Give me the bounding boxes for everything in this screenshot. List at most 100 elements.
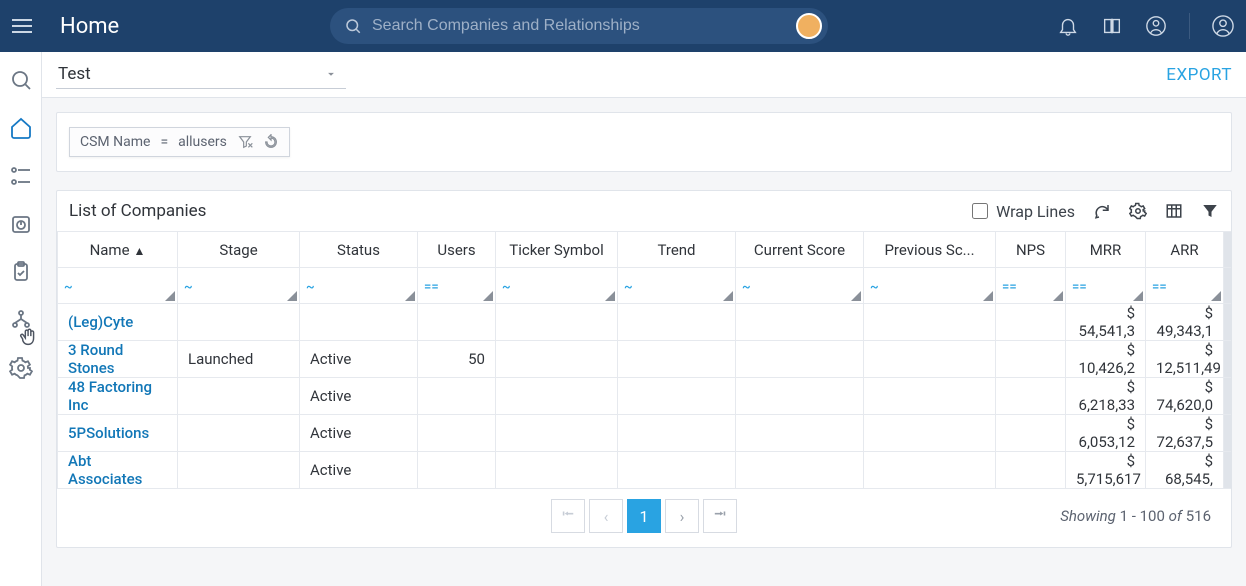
rail-settings-icon[interactable] bbox=[9, 356, 33, 380]
rail-search-icon[interactable] bbox=[9, 68, 33, 92]
page-last-button[interactable]: ⭲ bbox=[703, 499, 737, 533]
cell-ticker bbox=[496, 378, 618, 415]
filter-mrr[interactable]: == bbox=[1066, 268, 1146, 304]
filter-previous-score[interactable]: ~ bbox=[864, 268, 996, 304]
cell-current-score bbox=[736, 378, 864, 415]
cell-arr: $ 12,511,49 bbox=[1146, 341, 1224, 378]
profile-icon[interactable] bbox=[1145, 15, 1167, 37]
left-rail bbox=[0, 52, 42, 586]
col-nps[interactable]: NPS bbox=[996, 232, 1066, 268]
cell-stage bbox=[178, 452, 300, 489]
cell-nps bbox=[996, 304, 1066, 341]
cell-name[interactable]: (Leg)Cyte bbox=[58, 304, 178, 341]
cell-arr: $ 49,343,1 bbox=[1146, 304, 1224, 341]
cell-stage bbox=[178, 378, 300, 415]
filter-icon[interactable] bbox=[1201, 202, 1219, 220]
table-row: 48 Factoring IncActive$ 6,218,33$ 74,620… bbox=[58, 378, 1232, 415]
filter-trend[interactable]: ~ bbox=[618, 268, 736, 304]
filter-chip[interactable]: CSM Name = allusers bbox=[69, 127, 290, 157]
cell-name[interactable]: 5PSolutions bbox=[58, 415, 178, 452]
cell-nps bbox=[996, 452, 1066, 489]
filter-clear-icon[interactable] bbox=[237, 134, 253, 150]
filter-value: allusers bbox=[178, 134, 227, 150]
rail-clipboard-icon[interactable] bbox=[9, 260, 33, 284]
col-previous-score[interactable]: Previous Sc... bbox=[864, 232, 996, 268]
header-row: Name▲ Stage Status Users Ticker Symbol T… bbox=[58, 232, 1232, 268]
cell-name[interactable]: 48 Factoring Inc bbox=[58, 378, 178, 415]
cell-name[interactable]: 3 Round Stones bbox=[58, 341, 178, 378]
filter-reset-icon[interactable] bbox=[263, 134, 279, 150]
view-dropdown[interactable]: Test bbox=[56, 60, 346, 89]
search-avatar[interactable] bbox=[796, 13, 822, 39]
cell-trend bbox=[618, 304, 736, 341]
page-prev-button[interactable]: ‹ bbox=[589, 499, 623, 533]
cell-users: 50 bbox=[418, 341, 496, 378]
rail-home-icon[interactable] bbox=[9, 116, 33, 140]
cell-name[interactable]: Abt Associates bbox=[58, 452, 178, 489]
cell-trend bbox=[618, 341, 736, 378]
gear-icon[interactable] bbox=[1129, 202, 1147, 220]
refresh-icon[interactable] bbox=[1093, 202, 1111, 220]
export-button[interactable]: EXPORT bbox=[1166, 65, 1232, 85]
columns-icon[interactable] bbox=[1165, 202, 1183, 220]
cell-status: Active bbox=[300, 378, 418, 415]
cell-mrr: $ 54,541,3 bbox=[1066, 304, 1146, 341]
chevron-down-icon bbox=[324, 67, 338, 81]
page-next-button[interactable]: › bbox=[665, 499, 699, 533]
cell-ticker bbox=[496, 304, 618, 341]
wrap-lines-checkbox[interactable] bbox=[972, 203, 988, 219]
col-arr[interactable]: ARR bbox=[1146, 232, 1224, 268]
cell-mrr: $ 6,218,33 bbox=[1066, 378, 1146, 415]
search-input[interactable] bbox=[372, 17, 814, 35]
cell-mrr: $ 10,426,2 bbox=[1066, 341, 1146, 378]
col-current-score[interactable]: Current Score bbox=[736, 232, 864, 268]
col-ticker[interactable]: Ticker Symbol bbox=[496, 232, 618, 268]
user-avatar-icon[interactable] bbox=[1212, 15, 1234, 37]
filter-users[interactable]: == bbox=[418, 268, 496, 304]
page-first-button[interactable]: ⭰ bbox=[551, 499, 585, 533]
book-icon[interactable] bbox=[1101, 15, 1123, 37]
cell-previous-score bbox=[864, 341, 996, 378]
col-users[interactable]: Users bbox=[418, 232, 496, 268]
cell-nps bbox=[996, 415, 1066, 452]
col-name[interactable]: Name▲ bbox=[58, 232, 178, 268]
page-current[interactable]: 1 bbox=[627, 499, 661, 533]
col-stage[interactable]: Stage bbox=[178, 232, 300, 268]
filter-nps[interactable]: == bbox=[996, 268, 1066, 304]
list-panel: List of Companies Wrap Lines bbox=[56, 190, 1232, 548]
col-status[interactable]: Status bbox=[300, 232, 418, 268]
cell-status: Active bbox=[300, 415, 418, 452]
topbar: Home bbox=[0, 0, 1246, 52]
table-row: (Leg)Cyte $ 54,541,3$ 49,343,1 bbox=[58, 304, 1232, 341]
wrap-lines-toggle[interactable]: Wrap Lines bbox=[972, 202, 1075, 221]
col-trend[interactable]: Trend bbox=[618, 232, 736, 268]
cell-previous-score bbox=[864, 452, 996, 489]
table-row: Abt AssociatesActive$ 5,715,617$ 68,545, bbox=[58, 452, 1232, 489]
rail-alarm-icon[interactable] bbox=[9, 212, 33, 236]
filter-stage[interactable]: ~ bbox=[178, 268, 300, 304]
rail-timeline-icon[interactable] bbox=[9, 164, 33, 188]
cell-arr: $ 68,545, bbox=[1146, 452, 1224, 489]
filter-name[interactable]: ~ bbox=[58, 268, 178, 304]
view-name: Test bbox=[58, 64, 91, 84]
scroll-stub bbox=[1224, 232, 1232, 268]
cell-trend bbox=[618, 452, 736, 489]
filter-status[interactable]: ~ bbox=[300, 268, 418, 304]
cell-users bbox=[418, 452, 496, 489]
global-search[interactable] bbox=[330, 8, 828, 44]
cell-nps bbox=[996, 341, 1066, 378]
bell-icon[interactable] bbox=[1057, 15, 1079, 37]
hamburger-menu[interactable] bbox=[12, 14, 36, 38]
cell-ticker bbox=[496, 415, 618, 452]
filter-ticker[interactable]: ~ bbox=[496, 268, 618, 304]
filter-arr[interactable]: == bbox=[1146, 268, 1224, 304]
cell-status: Active bbox=[300, 341, 418, 378]
wrap-lines-label: Wrap Lines bbox=[996, 202, 1075, 221]
rail-org-icon[interactable] bbox=[9, 308, 33, 332]
top-icons bbox=[1057, 13, 1234, 39]
table: Name▲ Stage Status Users Ticker Symbol T… bbox=[57, 231, 1231, 489]
cell-status: Active bbox=[300, 452, 418, 489]
search-icon bbox=[344, 17, 362, 35]
col-mrr[interactable]: MRR bbox=[1066, 232, 1146, 268]
filter-current-score[interactable]: ~ bbox=[736, 268, 864, 304]
